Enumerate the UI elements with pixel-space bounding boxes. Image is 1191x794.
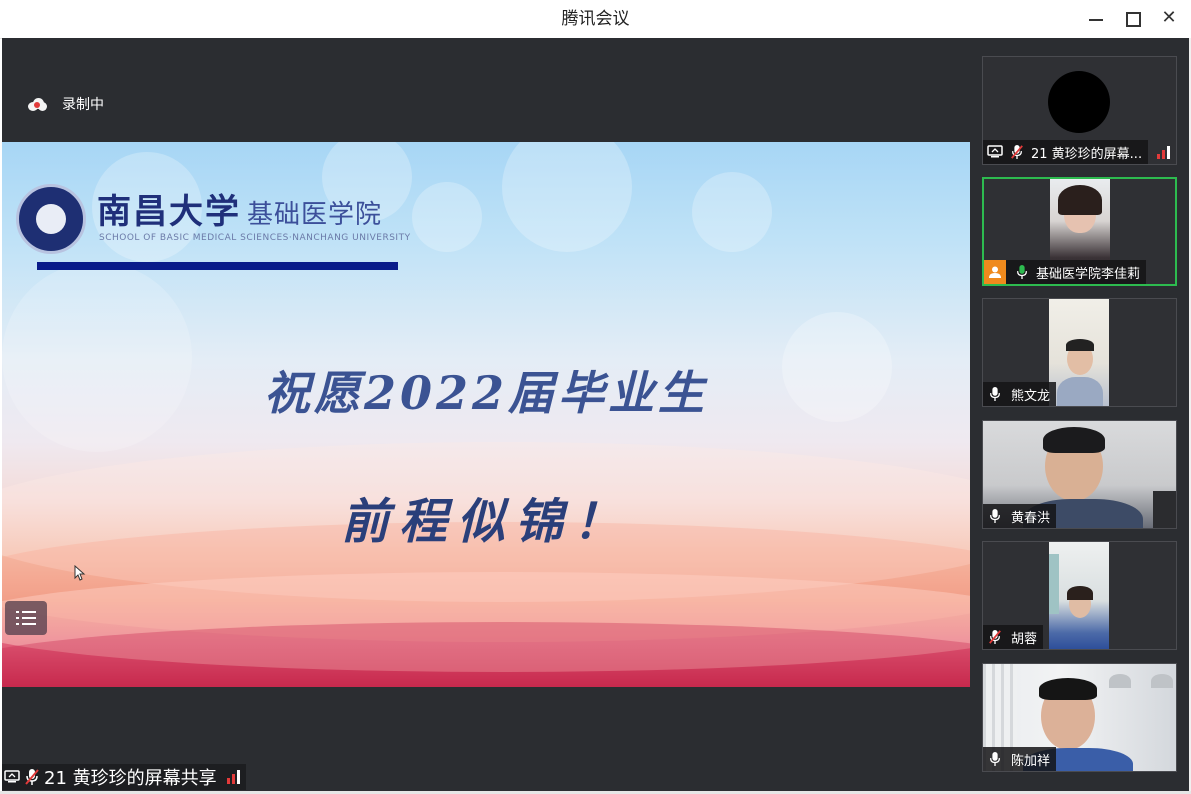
close-button[interactable]: ✕: [1157, 7, 1181, 31]
participant-tag: 21 黄珍珍的屏幕...: [983, 140, 1149, 164]
participant-tag: 熊文龙: [983, 382, 1057, 406]
university-name: 南昌大学 基础医学院: [97, 192, 383, 232]
mic-icon: [985, 384, 1005, 404]
share-source-text: 21 黄珍珍的屏幕共享: [44, 768, 217, 789]
mic-speaking-icon: [1012, 262, 1032, 282]
participant-tile[interactable]: 基础医学院李佳莉: [982, 177, 1177, 286]
header-underline: [37, 262, 398, 270]
minimize-button[interactable]: [1084, 7, 1108, 31]
university-logo: [16, 184, 86, 254]
participant-tag: 黄春洪: [983, 504, 1057, 528]
signal-icon: [226, 770, 240, 784]
host-icon: [984, 260, 1006, 284]
slide-subheadline: 前程似锦！: [340, 494, 631, 550]
list-icon: [16, 611, 36, 625]
shared-screen: 南昌大学 基础医学院 SCHOOL OF BASIC MEDICAL SCIENC…: [2, 142, 970, 687]
participant-tag: 胡蓉: [983, 625, 1044, 649]
video-feed: [1049, 299, 1109, 406]
participant-tile[interactable]: 21 黄珍珍的屏幕...: [982, 56, 1177, 165]
signal-icon: [1157, 146, 1170, 159]
mic-muted-icon: [25, 769, 39, 785]
avatar: [1048, 71, 1110, 133]
slide-headline: 祝愿2022届毕业生: [263, 366, 709, 420]
recording-indicator[interactable]: 录制中: [26, 94, 104, 114]
participant-tag: 基础医学院李佳莉: [984, 260, 1147, 284]
video-feed: [1049, 542, 1109, 649]
window-title: 腾讯会议: [561, 9, 630, 29]
main-stage: 录制中 南昌大学 基础医学院 SCHOOL OF BASIC MEDICAL SC…: [2, 38, 970, 791]
participant-name: 黄春洪: [1011, 510, 1051, 526]
participant-sidebar: 21 黄珍珍的屏幕... 基础医学院李佳莉 熊文龙 黄春洪 胡蓉 陈加祥: [970, 38, 1189, 791]
university-subtitle: SCHOOL OF BASIC MEDICAL SCIENCES·NANCHAN…: [99, 233, 411, 243]
participant-name: 21 黄珍珍的屏幕...: [1031, 146, 1143, 162]
toc-list-button[interactable]: [5, 601, 47, 635]
mic-muted-icon: [985, 627, 1005, 647]
participant-name: 熊文龙: [1011, 388, 1051, 404]
participant-tile[interactable]: 胡蓉: [982, 541, 1177, 650]
screen-share-icon: [985, 142, 1005, 162]
mic-muted-icon: [1007, 142, 1027, 162]
maximize-button[interactable]: [1121, 7, 1145, 31]
participant-tag: 陈加祥: [983, 747, 1057, 771]
participant-tile[interactable]: 黄春洪: [982, 420, 1177, 529]
participant-name: 陈加祥: [1011, 753, 1051, 769]
cloud-icon: [26, 97, 48, 111]
mic-icon: [985, 749, 1005, 769]
participant-tile[interactable]: 陈加祥: [982, 663, 1177, 772]
participant-name: 基础医学院李佳莉: [1036, 266, 1141, 282]
screen-share-icon: [4, 770, 20, 783]
recording-label: 录制中: [62, 97, 104, 113]
title-bar: 腾讯会议 ✕: [0, 0, 1191, 39]
mic-icon: [985, 506, 1005, 526]
participant-tile[interactable]: 熊文龙: [982, 298, 1177, 407]
participant-name: 胡蓉: [1011, 631, 1038, 647]
share-source-label: 21 黄珍珍的屏幕共享: [2, 764, 246, 790]
